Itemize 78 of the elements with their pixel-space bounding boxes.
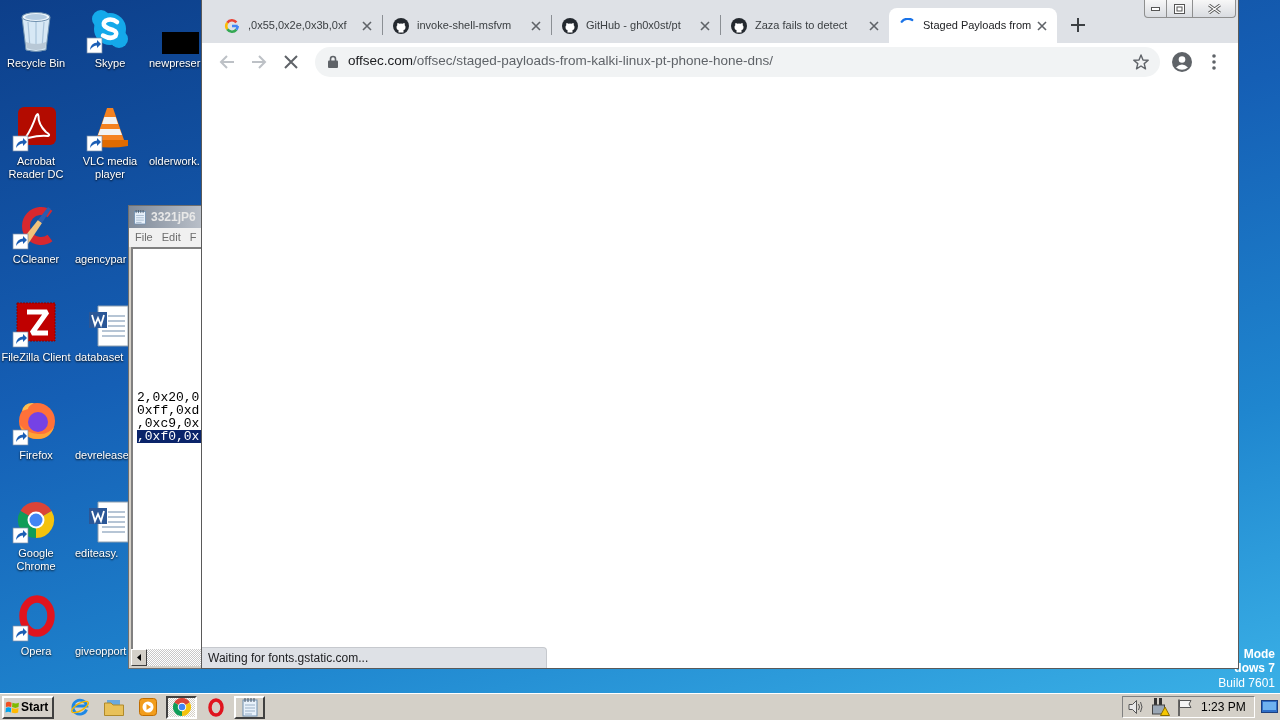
tab[interactable]: Staged Payloads from: [889, 8, 1057, 43]
start-button[interactable]: Start: [2, 695, 54, 719]
person-icon: [1172, 51, 1192, 72]
menu-item[interactable]: Edit: [161, 229, 181, 246]
tab-title: Staged Payloads from: [923, 18, 1032, 34]
restore-button[interactable]: [1167, 0, 1193, 18]
horizontal-scrollbar[interactable]: [131, 649, 201, 666]
restore-icon: [1174, 3, 1185, 14]
menu-item[interactable]: File: [135, 229, 153, 246]
icon-label[interactable]: Recycle Bin: [0, 57, 72, 70]
network-warning-icon[interactable]: [1152, 698, 1170, 716]
cat-logo-icon: [393, 17, 409, 34]
left-arrow-icon: [219, 53, 235, 70]
icon-label[interactable]: Acrobat Reader DC: [0, 155, 72, 181]
plus-icon: [1071, 18, 1085, 32]
icon-label[interactable]: Skype: [74, 57, 146, 70]
monitor-icon[interactable]: [1261, 700, 1278, 714]
right-arrow-icon: [251, 53, 267, 70]
segmented-circle-icon: [172, 698, 191, 716]
minimize-button[interactable]: [1144, 0, 1167, 18]
icon-label[interactable]: FileZilla Client: [0, 351, 72, 364]
close-icon: [1207, 3, 1221, 14]
tab[interactable]: ,0x55,0x2e,0x3b,0xf: [214, 8, 382, 43]
close-icon[interactable]: [531, 20, 541, 31]
play-tile-icon[interactable]: [138, 698, 157, 716]
windows-flag-icon: [5, 700, 19, 714]
icon-label[interactable]: olderwork.: [148, 155, 200, 168]
window-title: 3321jP6: [151, 211, 196, 223]
minimize-icon: [1151, 6, 1160, 11]
status-bubble: Waiting for fonts.gstatic.com...: [202, 647, 547, 668]
close-icon[interactable]: [1037, 20, 1048, 31]
tab-title: GitHub - gh0x0st/pt: [586, 18, 682, 34]
icon-label[interactable]: editeasy.: [74, 547, 119, 560]
scroll-left-button[interactable]: [131, 649, 147, 666]
close-icon[interactable]: [700, 20, 710, 31]
close-icon[interactable]: [869, 20, 879, 31]
star-icon[interactable]: [1133, 53, 1149, 70]
tab-title: ,0x55,0x2e,0x3b,0xf: [248, 18, 348, 34]
tab[interactable]: invoke-shell-msfvm: [383, 8, 551, 43]
icon-label[interactable]: CCleaner: [0, 253, 72, 266]
notepad-icon: [240, 697, 259, 717]
ring-icon[interactable]: [207, 697, 224, 717]
flag-icon[interactable]: [1177, 698, 1192, 716]
icon-label[interactable]: agencypar: [74, 253, 127, 266]
thumbnail-icon[interactable]: [162, 32, 199, 54]
clock[interactable]: 1:23 PM: [1201, 698, 1246, 716]
icon-label[interactable]: giveopport: [74, 645, 127, 658]
loading-spinner-icon: [900, 17, 914, 23]
document-icon[interactable]: [88, 304, 128, 348]
left-triangle-icon: [137, 654, 141, 661]
icon-label[interactable]: databaset: [74, 351, 124, 364]
icon-label[interactable]: Google Chrome: [0, 547, 72, 573]
menu-item[interactable]: F: [189, 229, 197, 246]
icon-label[interactable]: devrelease: [74, 449, 129, 462]
tab-title: Zaza fails to detect: [755, 18, 849, 34]
document-icon[interactable]: [88, 500, 128, 544]
system-info-text: Mode: [1243, 647, 1275, 661]
speaker-icon[interactable]: [1128, 699, 1144, 715]
tab[interactable]: Zaza fails to detect: [721, 8, 889, 43]
g-logo-icon: [224, 17, 240, 34]
icon-label[interactable]: Opera: [0, 645, 72, 658]
cat-logo-icon: [731, 17, 747, 34]
close-button[interactable]: [1193, 0, 1236, 18]
menu-icon: [1212, 53, 1216, 70]
icon-label[interactable]: newpreser: [148, 57, 201, 70]
text-area[interactable]: 2,0x20,0 0xff,0xd ,0xc9,0x ,0xf0,0x: [131, 247, 201, 649]
taskbar-button[interactable]: [166, 695, 197, 719]
notepad-icon: [133, 209, 147, 225]
tab[interactable]: GitHub - gh0x0st/pt: [552, 8, 720, 43]
cross-icon: [283, 53, 299, 70]
icon-label[interactable]: Firefox: [0, 449, 72, 462]
icon-label[interactable]: VLC media player: [74, 155, 146, 181]
url-text: offsec.com/offsec/staged-payloads-from-kalki-linux-pt-phone-hone-dns/: [348, 52, 774, 71]
system-info-text: Build 7601: [1218, 676, 1275, 690]
address-bar[interactable]: offsec.com/offsec/staged-payloads-from-kalki-linux-pt-phone-hone-dns/: [315, 46, 1160, 77]
close-icon[interactable]: [362, 20, 372, 31]
tab-title: invoke-shell-msfvm: [417, 18, 513, 34]
cat-logo-icon: [562, 17, 578, 34]
